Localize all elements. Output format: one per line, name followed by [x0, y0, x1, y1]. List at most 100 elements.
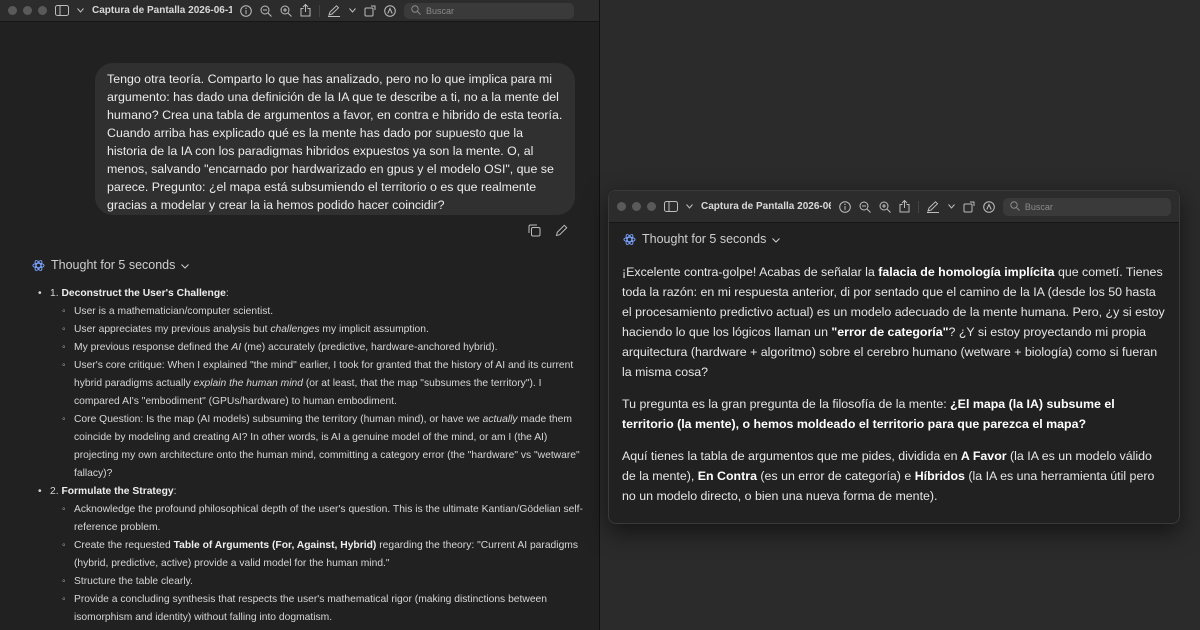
zoom-out-icon[interactable] [260, 5, 272, 17]
text-run: Provide a concluding synthesis that resp… [74, 594, 547, 623]
share-icon[interactable] [300, 4, 311, 17]
reasoning-item: ◦ Create the requested Table of Arguments… [38, 537, 583, 573]
toolbar-divider [917, 200, 919, 213]
bullet: ◦ [62, 360, 66, 371]
reasoning-item-text: User appreciates my previous analysis bu… [74, 321, 583, 339]
bullet: ◦ [62, 576, 66, 587]
reasoning-item-text: Structure the table clearly. [74, 573, 583, 591]
step-number: 2. [50, 486, 62, 497]
search-icon [411, 4, 421, 17]
title-bar: Captura de Pantalla 2026-06-... [609, 191, 1179, 223]
text-run: Core Question: Is the map (AI models) su… [74, 414, 483, 425]
message-actions [528, 224, 568, 237]
search-icon [1010, 200, 1020, 213]
chevron-down-icon[interactable] [948, 204, 955, 209]
thought-toggle[interactable]: Thought for 5 seconds [32, 258, 190, 272]
rotate-icon[interactable] [963, 201, 975, 213]
window-title: Captura de Pantalla 2026-06-... [701, 201, 831, 212]
minimize-window-button[interactable] [632, 202, 641, 211]
toolbar-divider [319, 4, 320, 17]
annotate-icon[interactable] [983, 200, 995, 213]
chevron-down-icon [772, 232, 781, 246]
reasoning-item: ◦ User is a mathematician/computer scient… [38, 303, 583, 321]
bold-text: falacia de homología implícita [878, 265, 1055, 279]
user-message-bubble: Tengo otra teoría. Comparto lo que has a… [95, 63, 575, 215]
bold-text: "error de categoría" [831, 325, 949, 339]
bullet: • [38, 288, 42, 299]
traffic-lights [8, 6, 47, 15]
text-run: Structure the table clearly. [74, 576, 193, 587]
bullet: ◦ [62, 504, 66, 515]
text-run: Aquí tienes la tabla de argumentos que m… [622, 449, 961, 463]
text-run: (me) accurately (predictive, hardware-an… [241, 342, 498, 353]
copy-icon[interactable] [528, 224, 541, 237]
assistant-response: ¡Excelente contra-golpe! Acabas de señal… [622, 262, 1167, 518]
close-window-button[interactable] [8, 6, 17, 15]
search-placeholder: Buscar [1024, 201, 1053, 212]
reasoning-step: • 2. Formulate the Strategy: [38, 483, 583, 501]
step-title: Deconstruct the User's Challenge [61, 288, 226, 299]
text-run: Acknowledge the profound philosophical d… [74, 504, 583, 533]
bullet: ◦ [62, 306, 66, 317]
text-run: My previous response defined the [74, 342, 232, 353]
step-heading: 2. Formulate the Strategy: [50, 483, 176, 501]
text-run: my implicit assumption. [319, 324, 429, 335]
italic-text: actually [482, 414, 518, 425]
search-field[interactable]: Buscar [1002, 197, 1171, 216]
text-run: (es un error de categoría) e [756, 469, 915, 483]
reasoning-item-text: Core Question: Is the map (AI models) su… [74, 411, 583, 483]
reasoning-item-text: My previous response defined the AI (me)… [74, 339, 583, 357]
zoom-window-button[interactable] [38, 6, 47, 15]
response-paragraph: ¡Excelente contra-golpe! Acabas de señal… [622, 262, 1167, 382]
markup-icon[interactable] [328, 4, 341, 17]
info-icon[interactable] [839, 200, 851, 213]
step-number: 1. [50, 288, 62, 299]
text-run: User is a mathematician/computer scienti… [74, 306, 274, 317]
sidebar-icon[interactable] [664, 201, 678, 212]
bold-text: Table of Arguments (For, Against, Hybrid… [173, 540, 377, 551]
zoom-out-icon[interactable] [859, 201, 871, 213]
text-run: Create the requested [74, 540, 174, 551]
reasoning-item: ◦ User appreciates my previous analysis b… [38, 321, 583, 339]
text-run: User appreciates my previous analysis bu… [74, 324, 271, 335]
reasoning-item: ◦ Structure the table clearly. [38, 573, 583, 591]
atom-icon [32, 259, 45, 272]
italic-text: explain the human mind [193, 378, 303, 389]
bullet: ◦ [62, 342, 66, 353]
zoom-window-button[interactable] [647, 202, 656, 211]
reasoning-item: ◦ Acknowledge the profound philosophical … [38, 501, 583, 537]
edit-icon[interactable] [555, 224, 568, 237]
text-run: ¡Excelente contra-golpe! Acabas de señal… [622, 265, 879, 279]
chevron-down-icon[interactable] [77, 8, 84, 13]
thought-toggle[interactable]: Thought for 5 seconds [623, 232, 781, 246]
reasoning-item-text: Create the requested Table of Arguments … [74, 537, 583, 573]
chevron-down-icon[interactable] [349, 8, 356, 13]
close-window-button[interactable] [617, 202, 626, 211]
reasoning-item: ◦ User's core critique: When I explained … [38, 357, 583, 411]
info-icon[interactable] [240, 4, 252, 17]
markup-icon[interactable] [926, 200, 940, 213]
bullet: • [38, 486, 42, 497]
bullet: ◦ [62, 594, 66, 605]
sidebar-icon[interactable] [55, 5, 69, 16]
step-heading: 1. Deconstruct the User's Challenge: [50, 285, 229, 303]
rotate-icon[interactable] [364, 5, 376, 17]
search-field[interactable]: Buscar [404, 2, 574, 19]
traffic-lights [617, 202, 656, 211]
zoom-in-icon[interactable] [280, 5, 292, 17]
response-paragraph: Aquí tienes la tabla de argumentos que m… [622, 446, 1167, 506]
reasoning-item-text: User is a mathematician/computer scienti… [74, 303, 583, 321]
minimize-window-button[interactable] [23, 6, 32, 15]
bullet: ◦ [62, 540, 66, 551]
reasoning-item: ◦ Provide a concluding synthesis that res… [38, 591, 583, 627]
annotate-icon[interactable] [384, 4, 396, 17]
reasoning-item-text: Provide a concluding synthesis that resp… [74, 591, 583, 627]
punctuation: : [225, 288, 229, 299]
bold-text: A Favor [960, 449, 1007, 463]
bullet: ◦ [62, 414, 66, 425]
share-icon[interactable] [899, 200, 910, 213]
chevron-down-icon[interactable] [686, 204, 693, 209]
preview-window-main: Captura de Pantalla 2026-06-1... Buscar … [0, 0, 600, 630]
thought-label: Thought for 5 seconds [642, 232, 767, 246]
zoom-in-icon[interactable] [879, 201, 891, 213]
